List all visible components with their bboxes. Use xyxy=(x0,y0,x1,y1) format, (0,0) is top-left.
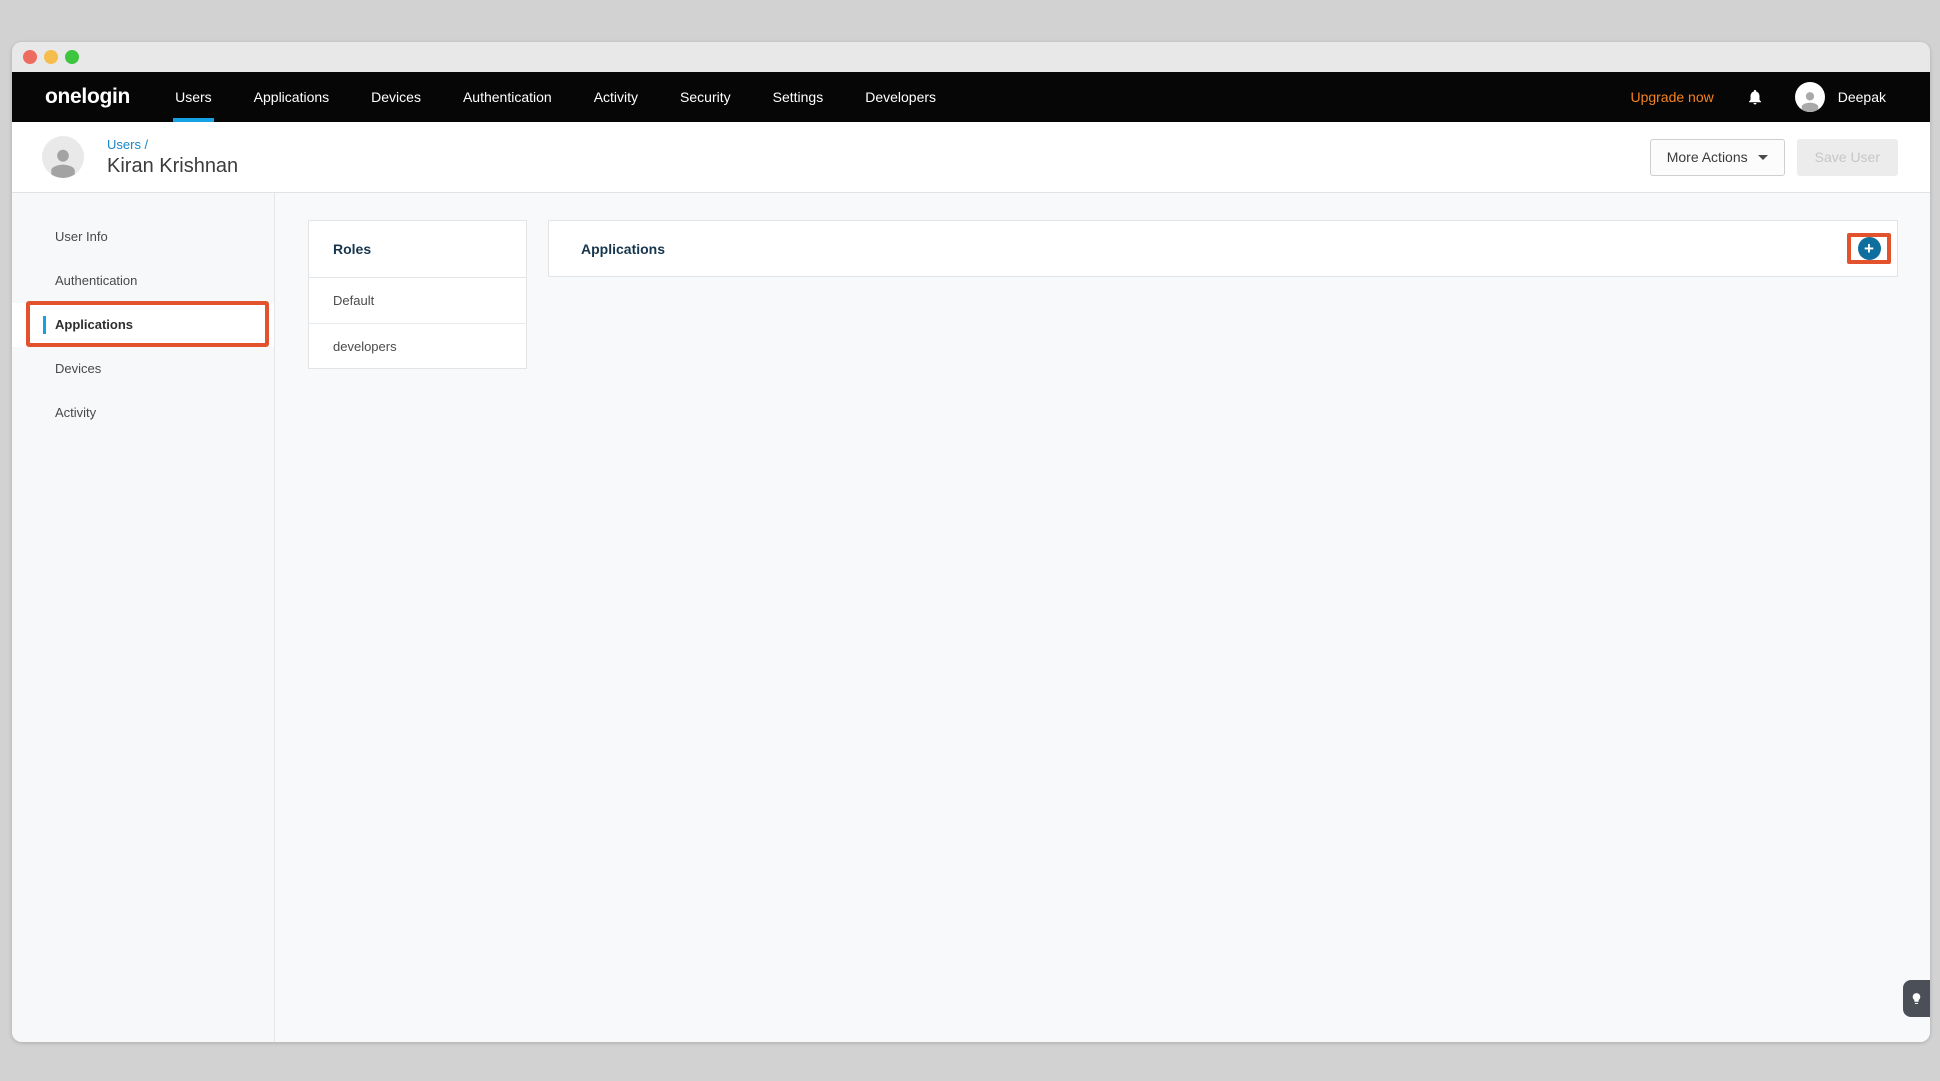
nav-tab-developers[interactable]: Developers xyxy=(865,72,936,122)
account-name[interactable]: Deepak xyxy=(1838,89,1886,105)
app-window: onelogin Users Applications Devices Auth… xyxy=(12,42,1930,1042)
close-window-button[interactable] xyxy=(23,50,37,64)
nav-tab-settings[interactable]: Settings xyxy=(773,72,824,122)
add-application-button[interactable]: + xyxy=(1858,237,1881,260)
upgrade-now-link[interactable]: Upgrade now xyxy=(1630,89,1713,105)
walkthrough-bulb-button[interactable] xyxy=(1903,980,1930,1017)
nav-tab-applications[interactable]: Applications xyxy=(254,72,330,122)
nav-tab-security[interactable]: Security xyxy=(680,72,731,122)
sidebar-item-applications[interactable]: Applications xyxy=(12,303,274,347)
sidebar-item-label: Applications xyxy=(55,317,133,332)
navbar-right: Upgrade now Deepak xyxy=(1630,82,1886,112)
nav-tab-devices[interactable]: Devices xyxy=(371,72,421,122)
roles-panel: Roles Default developers xyxy=(308,220,527,369)
save-user-button[interactable]: Save User xyxy=(1797,139,1898,176)
main-panel-area: Roles Default developers Applications + xyxy=(275,193,1930,1042)
sidebar-item-authentication[interactable]: Authentication xyxy=(12,259,274,303)
nav-tab-users[interactable]: Users xyxy=(175,72,212,122)
header-actions: More Actions Save User xyxy=(1650,139,1898,176)
minimize-window-button[interactable] xyxy=(44,50,58,64)
roles-panel-title: Roles xyxy=(309,221,526,278)
page-title: Kiran Krishnan xyxy=(107,155,238,178)
user-detail-sidebar: User Info Authentication Applications De… xyxy=(12,193,275,1042)
nav-tab-authentication[interactable]: Authentication xyxy=(463,72,552,122)
applications-panel-title: Applications xyxy=(581,241,665,257)
annotation-highlight-add-application: + xyxy=(1847,233,1891,264)
role-row-developers[interactable]: developers xyxy=(309,323,526,368)
lightbulb-icon xyxy=(1910,992,1923,1005)
applications-panel: Applications + xyxy=(548,220,1898,277)
plus-icon: + xyxy=(1864,240,1874,257)
profile-avatar xyxy=(42,136,84,178)
sidebar-item-user-info[interactable]: User Info xyxy=(12,215,274,259)
top-navbar: onelogin Users Applications Devices Auth… xyxy=(12,72,1930,122)
onelogin-logo[interactable]: onelogin xyxy=(45,85,130,109)
user-avatar[interactable] xyxy=(1795,82,1825,112)
nav-tab-activity[interactable]: Activity xyxy=(594,72,638,122)
page-header-text: Users / Kiran Krishnan xyxy=(107,137,238,178)
active-indicator-bar xyxy=(43,316,46,334)
more-actions-label: More Actions xyxy=(1667,149,1748,165)
chevron-down-icon xyxy=(1758,155,1768,160)
sidebar-item-devices[interactable]: Devices xyxy=(12,347,274,391)
window-titlebar xyxy=(12,42,1930,72)
role-row-default[interactable]: Default xyxy=(309,278,526,323)
more-actions-button[interactable]: More Actions xyxy=(1650,139,1785,176)
maximize-window-button[interactable] xyxy=(65,50,79,64)
breadcrumb-users-link[interactable]: Users / xyxy=(107,137,238,152)
primary-nav: Users Applications Devices Authenticatio… xyxy=(175,72,936,122)
page-header: Users / Kiran Krishnan More Actions Save… xyxy=(12,122,1930,193)
content-area: User Info Authentication Applications De… xyxy=(12,193,1930,1042)
sidebar-item-activity[interactable]: Activity xyxy=(12,391,274,435)
bell-icon[interactable] xyxy=(1746,88,1764,106)
